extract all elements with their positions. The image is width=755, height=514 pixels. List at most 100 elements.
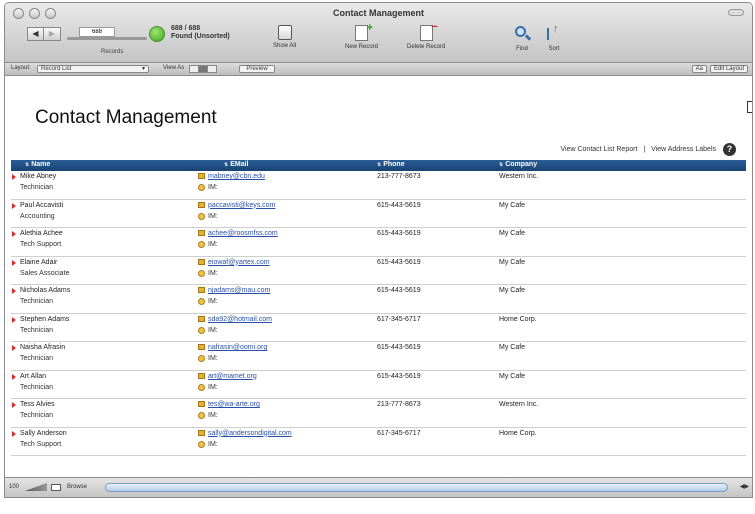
contact-email[interactable]: paccavisti@keys.com bbox=[208, 202, 275, 209]
contact-name[interactable]: Elaine Adair bbox=[20, 259, 57, 266]
table-row[interactable]: Mike Abney Technician mabney@cbn.edu IM:… bbox=[11, 171, 746, 200]
im-icon[interactable] bbox=[198, 383, 205, 391]
contact-phone[interactable]: 615-443-5619 bbox=[377, 287, 421, 294]
column-header-phone[interactable]: ⇅ Phone bbox=[377, 161, 405, 168]
contact-phone[interactable]: 615-443-5619 bbox=[377, 259, 421, 266]
im-icon[interactable] bbox=[198, 184, 205, 191]
email-icon[interactable] bbox=[198, 315, 205, 322]
contact-phone[interactable]: 213-777-8673 bbox=[377, 401, 421, 408]
contact-im[interactable]: IM: bbox=[208, 184, 218, 191]
contact-name[interactable]: Tess Alvies bbox=[20, 401, 55, 408]
contact-title[interactable]: Technician bbox=[20, 412, 53, 419]
contact-im[interactable]: IM: bbox=[208, 384, 218, 391]
previous-record-button[interactable]: ◀ bbox=[27, 27, 44, 41]
edit-layout-button[interactable]: Edit Layout bbox=[709, 65, 748, 73]
contact-company[interactable]: Western Inc. bbox=[499, 173, 538, 180]
contact-title[interactable]: Technician bbox=[20, 384, 53, 391]
contact-company[interactable]: My Cafe bbox=[499, 230, 525, 237]
zoom-control-icon[interactable] bbox=[25, 483, 47, 491]
contact-email[interactable]: nafrasin@oomi.org bbox=[208, 344, 267, 351]
contact-phone[interactable]: 615-443-5619 bbox=[377, 344, 421, 351]
email-icon[interactable] bbox=[198, 372, 205, 379]
contact-phone[interactable]: 213-777-8673 bbox=[377, 173, 421, 180]
contact-phone[interactable]: 615-443-5619 bbox=[377, 230, 421, 237]
contact-company[interactable]: Home Corp. bbox=[499, 316, 537, 323]
contact-phone[interactable]: 615-443-5619 bbox=[377, 373, 421, 380]
email-icon[interactable] bbox=[198, 173, 205, 179]
table-row[interactable]: Nicholas Adams Technician njadams@mau.co… bbox=[11, 285, 746, 314]
contact-phone[interactable]: 617-345-6717 bbox=[377, 430, 421, 437]
contact-im[interactable]: IM: bbox=[208, 327, 218, 334]
im-icon[interactable] bbox=[198, 212, 205, 220]
contact-email[interactable]: sally@andersondigital.com bbox=[208, 430, 292, 437]
contact-im[interactable]: IM: bbox=[208, 298, 218, 305]
contact-phone[interactable]: 615-443-5619 bbox=[377, 202, 421, 209]
horizontal-scrollbar[interactable] bbox=[105, 483, 728, 492]
record-slider[interactable] bbox=[67, 37, 147, 40]
column-header-email[interactable]: ⇅ EMail bbox=[224, 161, 249, 168]
sort-button[interactable]: ↑ Sort bbox=[545, 23, 563, 52]
email-icon[interactable] bbox=[198, 429, 205, 436]
contact-title[interactable]: Tech Support bbox=[20, 241, 61, 248]
preview-button[interactable]: Preview bbox=[239, 65, 275, 73]
im-icon[interactable] bbox=[198, 326, 205, 334]
contact-email[interactable]: sda92@hotmail.com bbox=[208, 316, 272, 323]
view-address-labels-link[interactable]: View Address Labels bbox=[651, 146, 716, 153]
table-row[interactable]: Stephen Adams Technician sda92@hotmail.c… bbox=[11, 314, 746, 342]
text-formatting-button[interactable]: Aa bbox=[691, 65, 707, 73]
contact-company[interactable]: My Cafe bbox=[499, 287, 525, 294]
contact-name[interactable]: Stephen Adams bbox=[20, 316, 69, 323]
contact-email[interactable]: mabney@cbn.edu bbox=[208, 173, 265, 180]
contact-title[interactable]: Technician bbox=[20, 184, 53, 191]
contact-im[interactable]: IM: bbox=[208, 241, 218, 248]
table-row[interactable]: Paul Accavisti Accounting paccavisti@key… bbox=[11, 200, 746, 228]
contact-email[interactable]: tes@wa-arte.org bbox=[208, 401, 260, 408]
contact-email[interactable]: achee@roosmfss.com bbox=[208, 230, 278, 237]
contact-title[interactable]: Technician bbox=[20, 298, 53, 305]
contact-im[interactable]: IM: bbox=[208, 355, 218, 362]
view-as-table-button[interactable] bbox=[207, 65, 217, 73]
column-header-company[interactable]: ⇅ Company bbox=[499, 161, 537, 168]
email-icon[interactable] bbox=[198, 401, 205, 407]
im-icon[interactable] bbox=[198, 412, 205, 419]
next-record-button[interactable]: ▶ bbox=[44, 27, 61, 41]
contact-name[interactable]: Sally Anderson bbox=[20, 430, 67, 437]
contact-phone[interactable]: 617-345-6717 bbox=[377, 316, 421, 323]
email-icon[interactable] bbox=[198, 344, 205, 350]
email-icon[interactable] bbox=[198, 258, 205, 265]
email-icon[interactable] bbox=[198, 230, 205, 236]
contact-title[interactable]: Accounting bbox=[20, 213, 55, 220]
contact-im[interactable]: IM: bbox=[208, 213, 218, 220]
im-icon[interactable] bbox=[198, 440, 205, 448]
im-icon[interactable] bbox=[198, 298, 205, 305]
new-record-button[interactable]: + New Record bbox=[345, 22, 378, 50]
contact-company[interactable]: My Cafe bbox=[499, 202, 525, 209]
contact-company[interactable]: Western Inc. bbox=[499, 401, 538, 408]
contact-name[interactable]: Art Allan bbox=[20, 373, 46, 380]
scroll-arrows-icon[interactable]: ◀▶ bbox=[740, 483, 749, 490]
contact-title[interactable]: Technician bbox=[20, 327, 53, 334]
im-icon[interactable] bbox=[198, 241, 205, 248]
toolbar-toggle-button[interactable] bbox=[728, 9, 744, 16]
email-icon[interactable] bbox=[198, 201, 205, 208]
contact-email[interactable]: eiowaf@yartex.com bbox=[208, 259, 270, 266]
contact-email[interactable]: art@mamet.org bbox=[208, 373, 257, 380]
table-row[interactable]: Sally Anderson Tech Support sally@anders… bbox=[11, 428, 746, 456]
contact-name[interactable]: Alethia Achee bbox=[20, 230, 63, 237]
zoom-level[interactable]: 100 bbox=[9, 484, 19, 490]
contact-im[interactable]: IM: bbox=[208, 412, 218, 419]
show-all-button[interactable]: Show All bbox=[273, 25, 296, 49]
column-header-name[interactable]: ⇅ Name bbox=[25, 161, 50, 168]
table-row[interactable]: Elaine Adair Sales Associate eiowaf@yart… bbox=[11, 257, 746, 285]
contact-name[interactable]: Nicholas Adams bbox=[20, 287, 70, 294]
contact-im[interactable]: IM: bbox=[208, 270, 218, 277]
status-toolbar-toggle-icon[interactable] bbox=[51, 484, 61, 491]
im-icon[interactable] bbox=[198, 269, 205, 277]
view-contact-list-report-link[interactable]: View Contact List Report bbox=[560, 146, 637, 153]
help-icon[interactable]: ? bbox=[723, 143, 736, 156]
table-row[interactable]: Art Allan Technician art@mamet.org IM: 6… bbox=[11, 371, 746, 399]
contact-title[interactable]: Tech Support bbox=[20, 441, 61, 448]
contact-name[interactable]: Paul Accavisti bbox=[20, 202, 63, 209]
contact-im[interactable]: IM: bbox=[208, 441, 218, 448]
contact-company[interactable]: My Cafe bbox=[499, 373, 525, 380]
